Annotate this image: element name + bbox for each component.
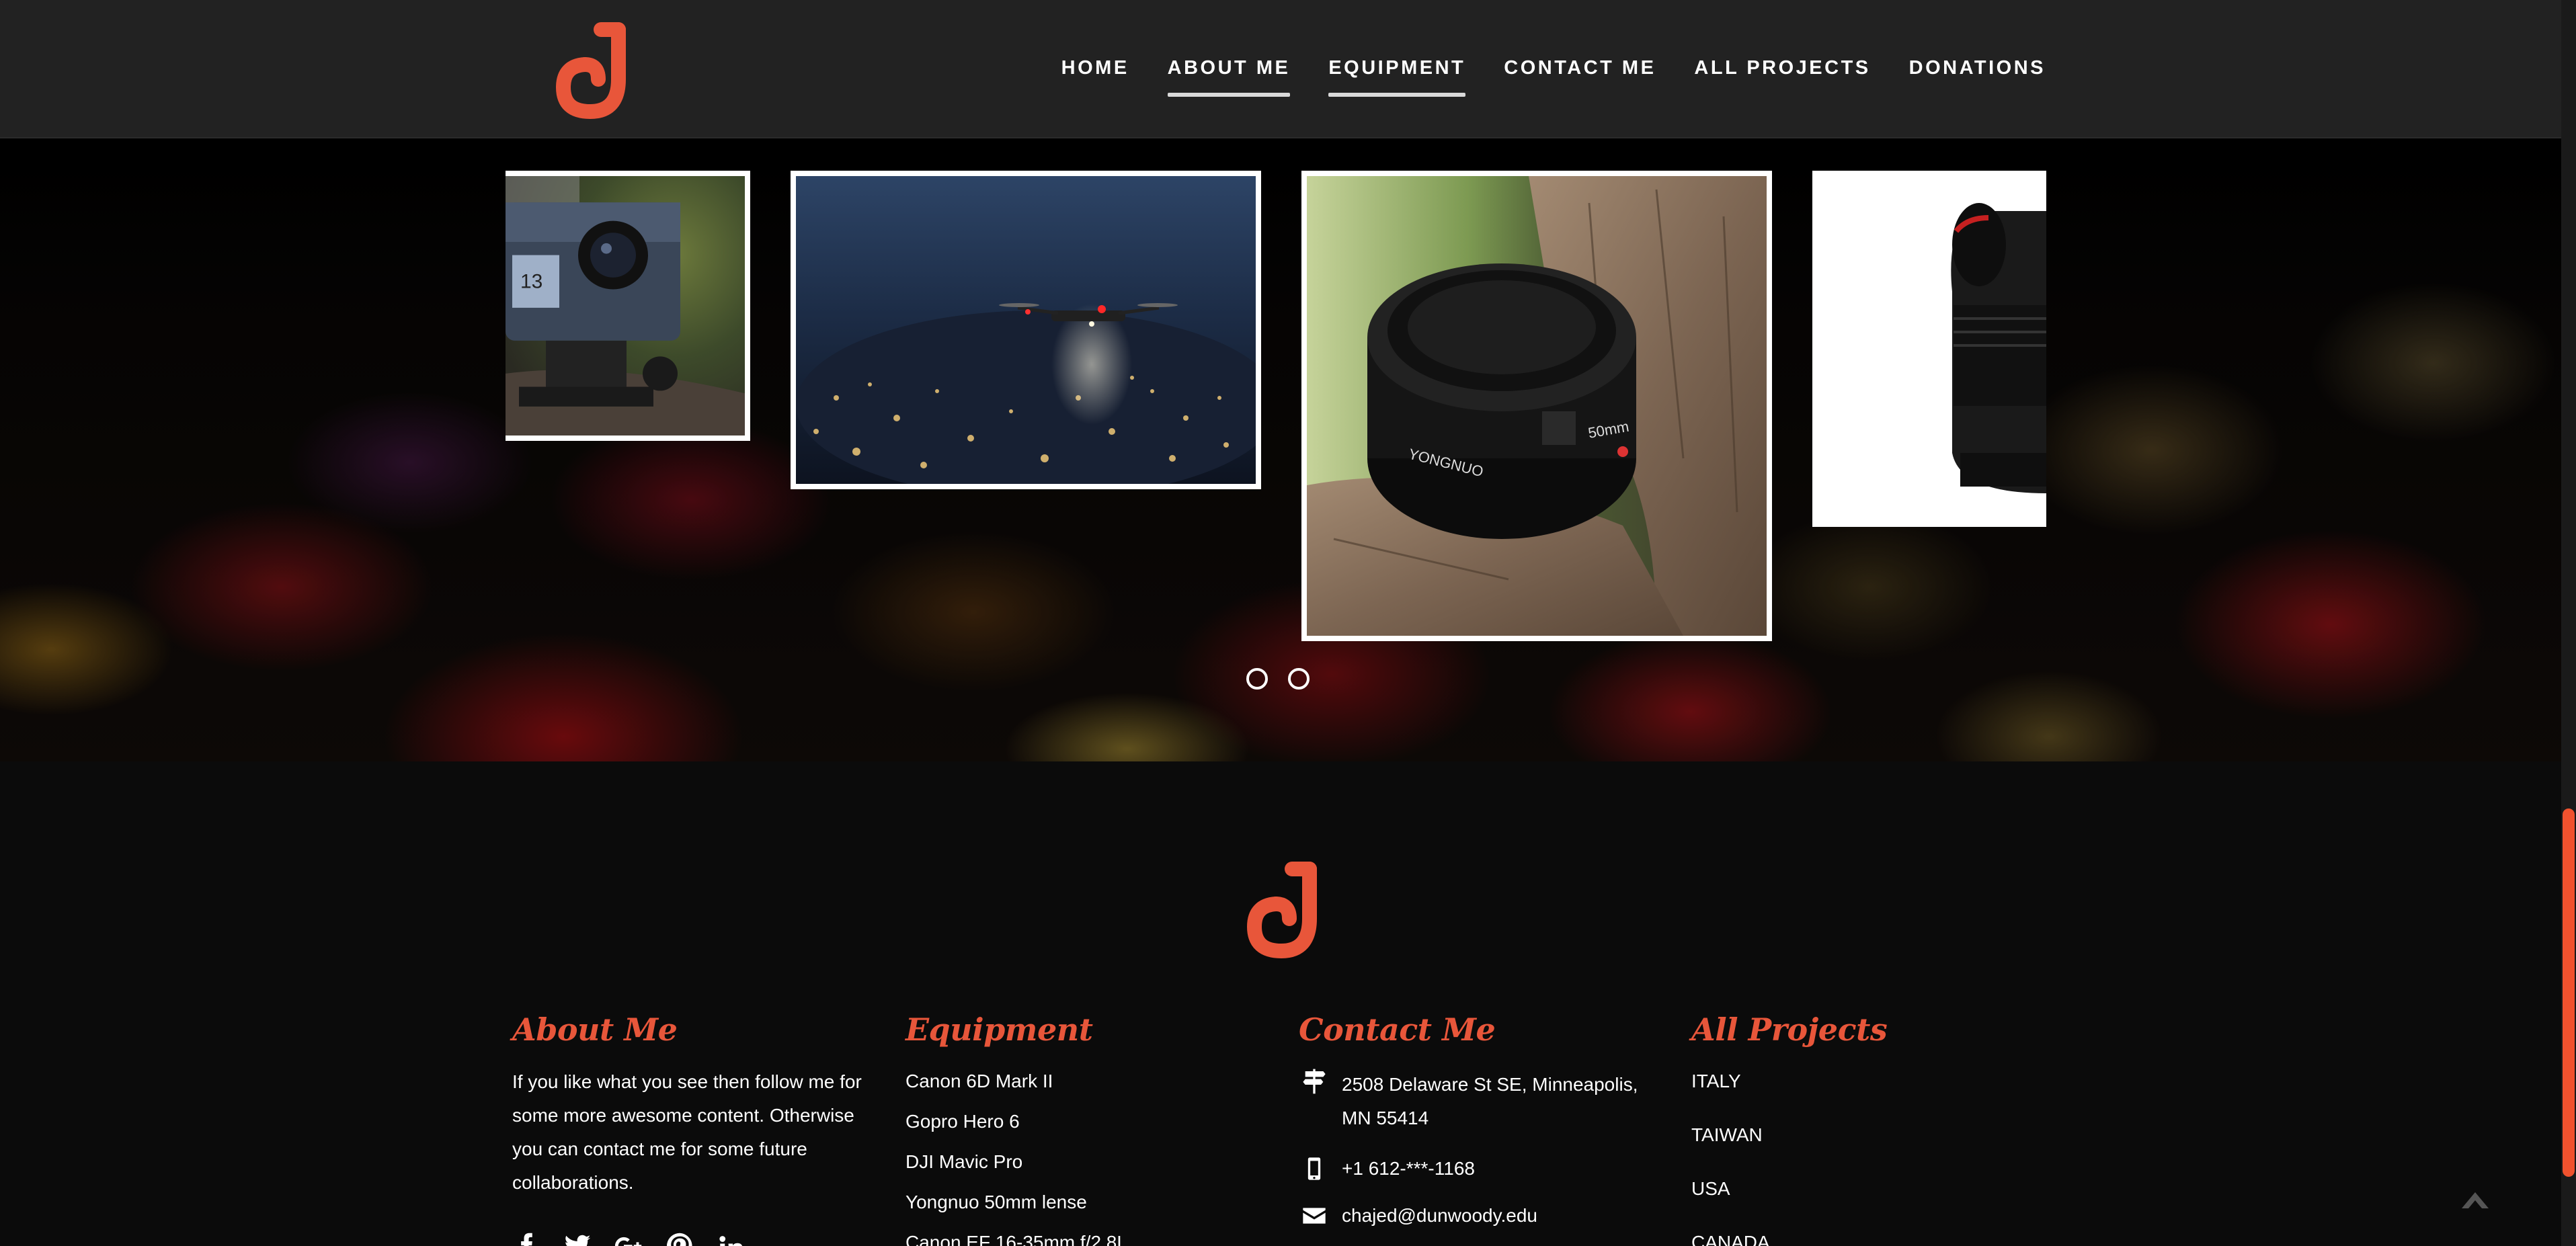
gallery-slide-gopro[interactable]: 13 <box>506 171 750 441</box>
gopro-photo: 13 <box>506 176 745 435</box>
project-link[interactable]: USA <box>1691 1175 1887 1229</box>
footer-projects-title: All Projects <box>1691 1011 1888 1048</box>
footer-about-column: About Me If you like what you see then f… <box>512 1011 875 1246</box>
gopro-screen-text: 13 <box>520 271 542 293</box>
equipment-item: Yongnuo 50mm lense <box>905 1192 1087 1212</box>
gallery-slide-drone[interactable] <box>791 171 1261 489</box>
twitter-icon[interactable] <box>563 1232 592 1246</box>
gallery-page-1-dot[interactable] <box>1246 668 1268 690</box>
site-header: HOME ABOUT ME EQUIPMENT CONTACT ME ALL P… <box>0 0 2561 138</box>
google-plus-icon[interactable] <box>614 1232 643 1246</box>
site-footer: About Me If you like what you see then f… <box>0 761 2561 1246</box>
equipment-item: Canon EF 16-35mm f/2.8L <box>905 1232 1127 1246</box>
equipment-item: Canon 6D Mark II <box>905 1071 1053 1091</box>
project-link[interactable]: ITALY <box>1691 1068 1887 1122</box>
nav-home[interactable]: HOME <box>1061 57 1129 82</box>
contact-email-row: chajed@dunwoody.edu <box>1299 1202 1658 1229</box>
pinterest-icon[interactable] <box>666 1232 694 1246</box>
footer-logo[interactable] <box>1234 857 1322 964</box>
canon-lens-photo <box>1812 171 2046 527</box>
nav-contact-me[interactable]: CONTACT ME <box>1504 57 1656 82</box>
footer-contact-column: Contact Me 2508 Delaware St SE, Minneapo… <box>1299 1011 1658 1229</box>
mobile-phone-icon <box>1299 1155 1330 1182</box>
project-link[interactable]: CANADA <box>1691 1229 1887 1246</box>
nav-equipment[interactable]: EQUIPMENT <box>1328 57 1466 97</box>
footer-about-title: About Me <box>512 1011 678 1048</box>
chevron-up-icon <box>2462 1192 2489 1208</box>
site-logo[interactable] <box>543 17 631 125</box>
gallery-page-2-dot[interactable] <box>1288 668 1310 690</box>
equipment-gallery: 13 YONGNUO 50mm <box>0 138 2561 761</box>
footer-projects-column: All Projects ITALY TAIWAN USA CANADA <box>1691 1011 1888 1246</box>
footer-about-text: If you like what you see then follow me … <box>512 1071 862 1193</box>
social-links <box>512 1232 875 1246</box>
page-scrollbar-thumb[interactable] <box>2563 808 2575 1177</box>
contact-email[interactable]: chajed@dunwoody.edu <box>1342 1202 1658 1229</box>
equipment-item: Gopro Hero 6 <box>905 1111 1020 1132</box>
contact-address-row: 2508 Delaware St SE, Minneapolis, MN 554… <box>1299 1068 1658 1135</box>
cj-monogram-footer-icon <box>1246 862 1317 959</box>
gallery-pagination <box>1246 668 1310 690</box>
main-nav: HOME ABOUT ME EQUIPMENT CONTACT ME ALL P… <box>1023 0 2046 138</box>
cj-monogram-icon <box>555 22 626 120</box>
contact-phone[interactable]: +1 612-***-1168 <box>1342 1155 1658 1182</box>
page-scrollbar[interactable] <box>2561 0 2576 1246</box>
contact-address: 2508 Delaware St SE, Minneapolis, MN 554… <box>1342 1074 1638 1128</box>
footer-contact-title: Contact Me <box>1299 1011 1496 1048</box>
lens-body: YONGNUO 50mm <box>1367 263 1636 539</box>
yongnuo-lens-photo: YONGNUO 50mm <box>1307 176 1767 636</box>
nav-all-projects[interactable]: ALL PROJECTS <box>1694 57 1870 82</box>
linkedin-icon[interactable] <box>717 1232 745 1246</box>
envelope-icon <box>1299 1202 1330 1229</box>
back-to-top-button[interactable] <box>2460 1191 2490 1211</box>
equipment-item: DJI Mavic Pro <box>905 1151 1023 1172</box>
facebook-icon[interactable] <box>512 1232 540 1246</box>
project-link[interactable]: TAIWAN <box>1691 1122 1887 1175</box>
gallery-slide-canon-lens[interactable] <box>1812 171 2046 527</box>
footer-equipment-column: Equipment Canon 6D Mark II Gopro Hero 6 … <box>905 1011 1127 1246</box>
projects-list: ITALY TAIWAN USA CANADA <box>1691 1068 1887 1246</box>
nav-donations[interactable]: DONATIONS <box>1909 57 2046 82</box>
drone-photo <box>796 176 1256 484</box>
equipment-list: Canon 6D Mark II Gopro Hero 6 DJI Mavic … <box>905 1068 1127 1246</box>
footer-equipment-title: Equipment <box>905 1011 1093 1048</box>
nav-about-me[interactable]: ABOUT ME <box>1167 57 1291 97</box>
contact-phone-row: +1 612-***-1168 <box>1299 1155 1658 1182</box>
gallery-slide-yongnuo-lens[interactable]: YONGNUO 50mm <box>1301 171 1772 641</box>
signpost-icon <box>1299 1068 1330 1095</box>
